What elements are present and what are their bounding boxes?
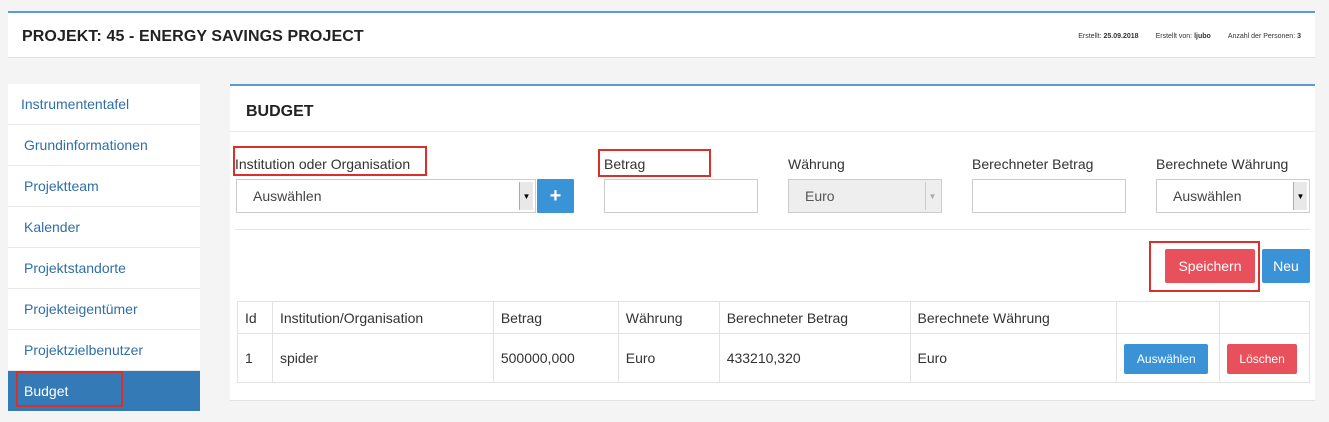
column-header-id: Id xyxy=(237,301,273,334)
chevron-down-icon: ▼ xyxy=(925,182,939,210)
page-title: PROJEKT: 45 - ENERGY SAVINGS PROJECT xyxy=(22,28,364,45)
sidebar-item-projektzielbenutzer[interactable]: Projektzielbenutzer xyxy=(8,330,200,371)
persons-count: Anzahl der Personen: 3 xyxy=(1227,33,1301,40)
column-header-institution: Institution/Organisation xyxy=(271,301,494,334)
cell-delete-action: Löschen xyxy=(1219,333,1310,383)
created-by: Erstellt von: ljubo xyxy=(1155,33,1211,40)
add-institution-button[interactable]: + xyxy=(537,179,574,213)
budget-table: Id Institution/Organisation Betrag Währu… xyxy=(237,301,1310,383)
plus-icon: + xyxy=(549,184,562,207)
institution-select[interactable]: Auswählen ▼ xyxy=(236,179,536,213)
save-button[interactable]: Speichern xyxy=(1165,249,1255,283)
sidebar-item-grundinformationen[interactable]: Grundinformationen xyxy=(8,125,200,166)
sidebar-item-instrumententafel[interactable]: Instrumententafel xyxy=(8,84,200,125)
divider xyxy=(230,131,1315,132)
panel-title: BUDGET xyxy=(246,103,314,120)
cell-institution: spider xyxy=(271,333,494,383)
sidebar-item-projekteigentuemer[interactable]: Projekteigentümer xyxy=(8,289,200,330)
chevron-down-icon: ▼ xyxy=(519,182,533,210)
betrag-label: Betrag xyxy=(604,156,646,172)
sidebar-item-budget[interactable]: Budget xyxy=(8,371,200,411)
cell-id: 1 xyxy=(237,333,273,383)
column-header-select-action xyxy=(1116,301,1221,334)
cell-select-action: Auswählen xyxy=(1116,333,1221,383)
column-header-betrag: Betrag xyxy=(492,301,619,334)
budget-panel: BUDGET Institution oder Organisation Bet… xyxy=(230,84,1315,401)
created-date: Erstellt: 25.09.2018 xyxy=(1078,33,1139,40)
institution-label: Institution oder Organisation xyxy=(235,156,411,172)
new-button[interactable]: Neu xyxy=(1262,249,1310,283)
waehrung-select: Euro ▼ xyxy=(788,179,942,213)
berechneter-betrag-label: Berechneter Betrag xyxy=(972,156,1094,172)
column-header-berechnete-waehrung: Berechnete Währung xyxy=(909,301,1118,334)
divider xyxy=(235,229,1310,230)
sidebar-item-projektstandorte[interactable]: Projektstandorte xyxy=(8,248,200,289)
berechnete-waehrung-label: Berechnete Währung xyxy=(1156,156,1289,172)
row-select-button[interactable]: Auswählen xyxy=(1124,344,1209,374)
table-row: 1 spider 500000,000 Euro 433210,320 Euro… xyxy=(237,333,1310,383)
sidebar-item-kalender[interactable]: Kalender xyxy=(8,207,200,248)
column-header-berechneter-betrag: Berechneter Betrag xyxy=(718,301,911,334)
cell-berechneter-betrag: 433210,320 xyxy=(718,333,911,383)
betrag-input[interactable] xyxy=(604,179,758,213)
berechnete-waehrung-select[interactable]: Auswählen ▼ xyxy=(1156,179,1310,213)
sidebar-item-projektteam[interactable]: Projektteam xyxy=(8,166,200,207)
cell-waehrung: Euro xyxy=(617,333,720,383)
column-header-delete-action xyxy=(1219,301,1310,334)
column-header-waehrung: Währung xyxy=(617,301,720,334)
sidebar-nav: Instrumententafel Grundinformationen Pro… xyxy=(8,84,200,411)
berechneter-betrag-input[interactable] xyxy=(972,179,1126,213)
chevron-down-icon: ▼ xyxy=(1293,182,1307,210)
cell-berechnete-waehrung: Euro xyxy=(909,333,1118,383)
project-header: PROJEKT: 45 - ENERGY SAVINGS PROJECT Ers… xyxy=(8,11,1315,58)
table-header-row: Id Institution/Organisation Betrag Währu… xyxy=(237,301,1310,334)
project-meta: Erstellt: 25.09.2018 Erstellt von: ljubo… xyxy=(1078,33,1301,40)
waehrung-label: Währung xyxy=(788,156,845,172)
cell-betrag: 500000,000 xyxy=(492,333,619,383)
row-delete-button[interactable]: Löschen xyxy=(1227,344,1298,374)
